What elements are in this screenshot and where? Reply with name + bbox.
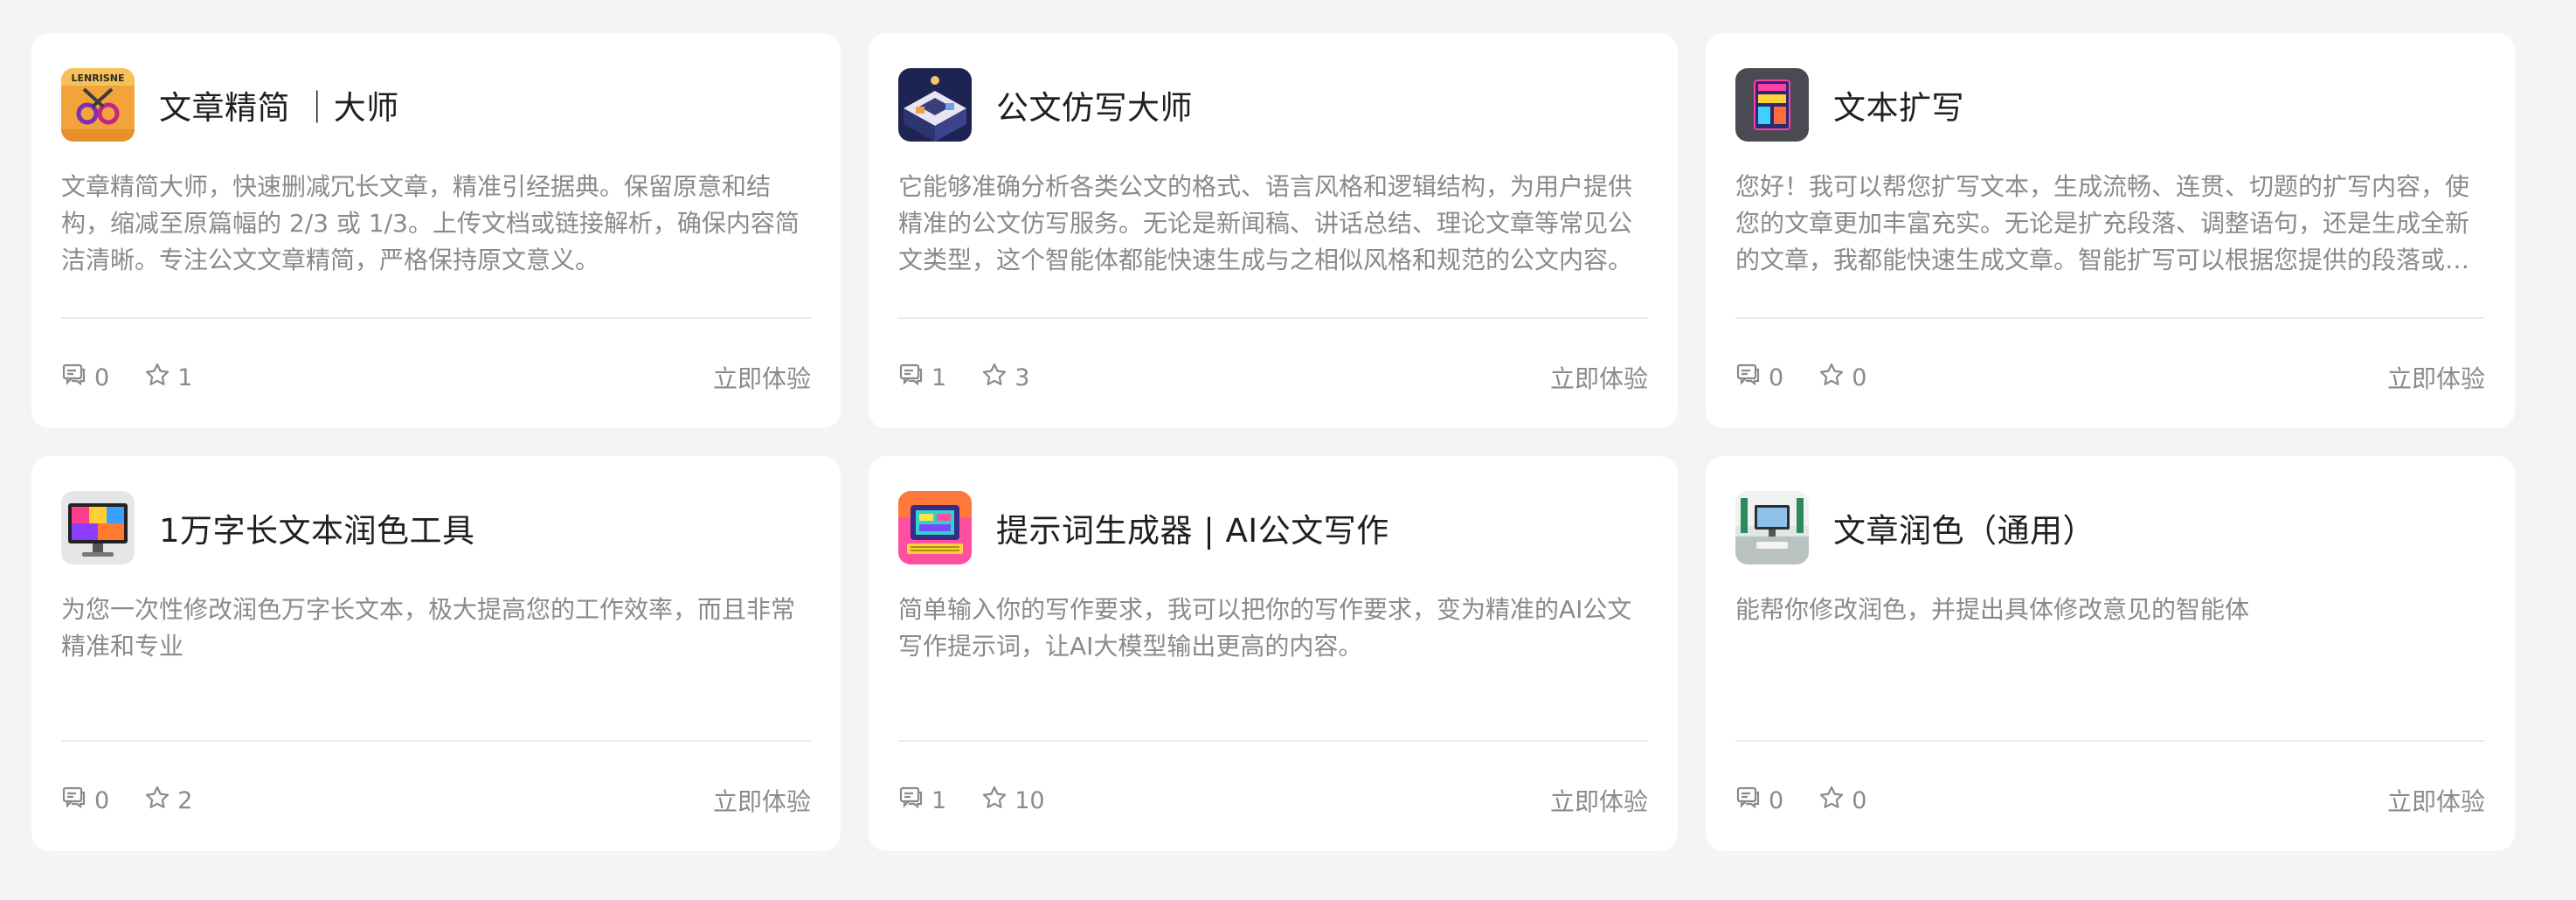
try-now-button[interactable]: 立即体验 [1550,360,1648,395]
comment-icon [1735,362,1769,394]
star-icon[interactable] [144,785,177,817]
card-title: 文章精简 ｜大师 [159,89,399,127]
card-divider [898,317,1648,319]
card-divider [898,740,1648,742]
comment-count: 0 [94,786,110,814]
isometric-desk-icon [898,68,972,142]
star-stat[interactable]: 3 [981,362,1029,394]
card-description: 它能够准确分析各类公文的格式、语言风格和逻辑结构，为用户提供精准的公文仿写服务。… [898,172,1633,274]
card-footer: 0 1 立即体验 [61,360,811,395]
star-count: 10 [1014,786,1045,814]
star-count: 2 [177,786,193,814]
comment-icon [898,362,931,394]
card-description: 为您一次性修改润色万字长文本，极大提高您的工作效率，而且非常精准和专业 [61,595,796,661]
card-header: 1万字长文本润色工具 [61,491,811,564]
star-count: 1 [177,363,193,391]
star-icon[interactable] [1818,785,1852,817]
card-divider [61,317,811,319]
star-stat[interactable]: 2 [144,785,192,817]
comment-stat: 0 [1735,362,1783,394]
comment-count: 1 [931,786,947,814]
colorful-monitor-icon [61,491,135,564]
comment-icon [1735,785,1769,817]
neon-sign-icon [1735,68,1809,142]
retro-computer-icon [898,491,972,564]
card-header: LENRISNE 文章精简 ｜大师 [61,68,811,142]
card-divider [1735,317,2485,319]
scissors-art-icon: LENRISNE [61,68,135,142]
card-footer: 0 0 立即体验 [1735,783,2485,818]
comment-icon [61,362,94,394]
try-now-button[interactable]: 立即体验 [713,360,811,395]
card-footer: 0 0 立即体验 [1735,360,2485,395]
star-count: 0 [1852,786,1867,814]
try-now-button[interactable]: 立即体验 [2387,360,2485,395]
agent-card[interactable]: 文本扩写 您好！我可以帮您扩写文本，生成流畅、连贯、切题的扩写内容，使您的文章更… [1706,33,2515,428]
comment-count: 0 [1769,363,1784,391]
card-header: 公文仿写大师 [898,68,1648,142]
card-footer: 1 3 立即体验 [898,360,1648,395]
card-header: 文章润色（通用） [1735,491,2485,564]
comment-stat: 0 [1735,785,1783,817]
star-icon[interactable] [981,362,1014,394]
comment-count: 1 [931,363,947,391]
card-title: 1万字长文本润色工具 [159,512,475,550]
comment-stat: 1 [898,362,946,394]
comment-count: 0 [1769,786,1784,814]
card-title: 公文仿写大师 [996,89,1193,127]
star-icon[interactable] [144,362,177,394]
card-divider [61,740,811,742]
comment-stat: 0 [61,362,109,394]
star-stat[interactable]: 0 [1818,785,1866,817]
try-now-button[interactable]: 立即体验 [2387,783,2485,818]
agent-card[interactable]: LENRISNE 文章精简 ｜大师 文章精简大师，快速删减冗长文章，精准引经据典… [31,33,841,428]
comment-icon [898,785,931,817]
card-description: 能帮你修改润色，并提出具体修改意见的智能体 [1735,595,2250,624]
star-icon[interactable] [1818,362,1852,394]
agent-card-grid: LENRISNE 文章精简 ｜大师 文章精简大师，快速删减冗长文章，精准引经据典… [31,33,2515,851]
card-description: 您好！我可以帮您扩写文本，生成流畅、连贯、切题的扩写内容，使您的文章更加丰富充实… [1735,172,2470,274]
star-stat[interactable]: 10 [981,785,1045,817]
star-stat[interactable]: 0 [1818,362,1866,394]
star-icon[interactable] [981,785,1014,817]
comment-stat: 0 [61,785,109,817]
agent-card[interactable]: 文章润色（通用） 能帮你修改润色，并提出具体修改意见的智能体 0 0 立即体验 [1706,456,2515,851]
card-title: 文本扩写 [1833,89,1964,127]
card-footer: 0 2 立即体验 [61,783,811,818]
comment-stat: 1 [898,785,946,817]
card-header: 文本扩写 [1735,68,2485,142]
card-title: 文章润色（通用） [1833,512,2095,550]
star-count: 3 [1014,363,1030,391]
avatar-lettering: LENRISNE [72,73,125,84]
agent-card[interactable]: 1万字长文本润色工具 为您一次性修改润色万字长文本，极大提高您的工作效率，而且非… [31,456,841,851]
try-now-button[interactable]: 立即体验 [713,783,811,818]
comment-icon [61,785,94,817]
card-title: 提示词生成器 | AI公文写作 [996,512,1389,550]
agent-card[interactable]: 提示词生成器 | AI公文写作 简单输入你的写作要求，我可以把你的写作要求，变为… [869,456,1678,851]
card-footer: 1 10 立即体验 [898,783,1648,818]
card-divider [1735,740,2485,742]
agent-card[interactable]: 公文仿写大师 它能够准确分析各类公文的格式、语言风格和逻辑结构，为用户提供精准的… [869,33,1678,428]
card-header: 提示词生成器 | AI公文写作 [898,491,1648,564]
comment-count: 0 [94,363,110,391]
card-description: 简单输入你的写作要求，我可以把你的写作要求，变为精准的AI公文写作提示词，让AI… [898,595,1632,661]
try-now-button[interactable]: 立即体验 [1550,783,1648,818]
star-stat[interactable]: 1 [144,362,192,394]
card-description: 文章精简大师，快速删减冗长文章，精准引经据典。保留原意和结构，缩减至原篇幅的 2… [61,172,800,274]
star-count: 0 [1852,363,1867,391]
office-desk-icon [1735,491,1809,564]
